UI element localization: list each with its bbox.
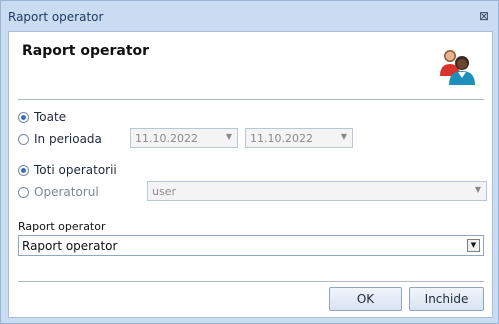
report-select-value: Raport operator (22, 239, 118, 253)
chevron-down-icon: ▼ (474, 185, 481, 194)
to-date-picker[interactable]: 11.10.2022 ▼ (245, 128, 353, 148)
radio-toti-operatorii-label: Toti operatorii (34, 163, 117, 177)
radio-in-perioada[interactable] (18, 134, 29, 145)
radio-operatorul[interactable] (18, 187, 29, 198)
window-title: Raport operator (8, 10, 104, 24)
radio-toate[interactable] (18, 112, 29, 123)
close-icon[interactable]: ⊠ (477, 9, 491, 23)
operator-select[interactable]: user ▼ (147, 181, 487, 201)
radio-in-perioada-label: In perioada (34, 132, 102, 146)
dialog-window: Raport operator ⊠ Raport operator Toate … (0, 0, 499, 324)
header-title: Raport operator (22, 43, 150, 59)
to-date-value: 11.10.2022 (250, 132, 313, 145)
chevron-down-icon: ▼ (225, 132, 232, 141)
chevron-down-icon: ▼ (340, 132, 347, 141)
footer-separator (18, 281, 484, 282)
radio-operatorul-label: Operatorul (34, 185, 99, 199)
from-date-value: 11.10.2022 (135, 132, 198, 145)
dialog-header: Raport operator (9, 32, 492, 100)
header-separator (18, 99, 484, 100)
users-icon (440, 50, 475, 85)
report-select[interactable]: Raport operator ▼ (18, 235, 484, 256)
report-label: Raport operator (18, 220, 106, 233)
from-date-picker[interactable]: 11.10.2022 ▼ (130, 128, 238, 148)
radio-toate-label: Toate (34, 110, 67, 124)
title-bar[interactable]: Raport operator ⊠ (1, 1, 498, 31)
close-button[interactable]: Inchide (409, 287, 484, 311)
operator-select-value: user (152, 185, 176, 198)
radio-toti-operatorii[interactable] (18, 165, 29, 176)
ok-button[interactable]: OK (329, 287, 402, 311)
dialog-body: Raport operator Toate In perioada 11.10.… (8, 31, 493, 318)
chevron-down-icon[interactable]: ▼ (467, 239, 480, 252)
